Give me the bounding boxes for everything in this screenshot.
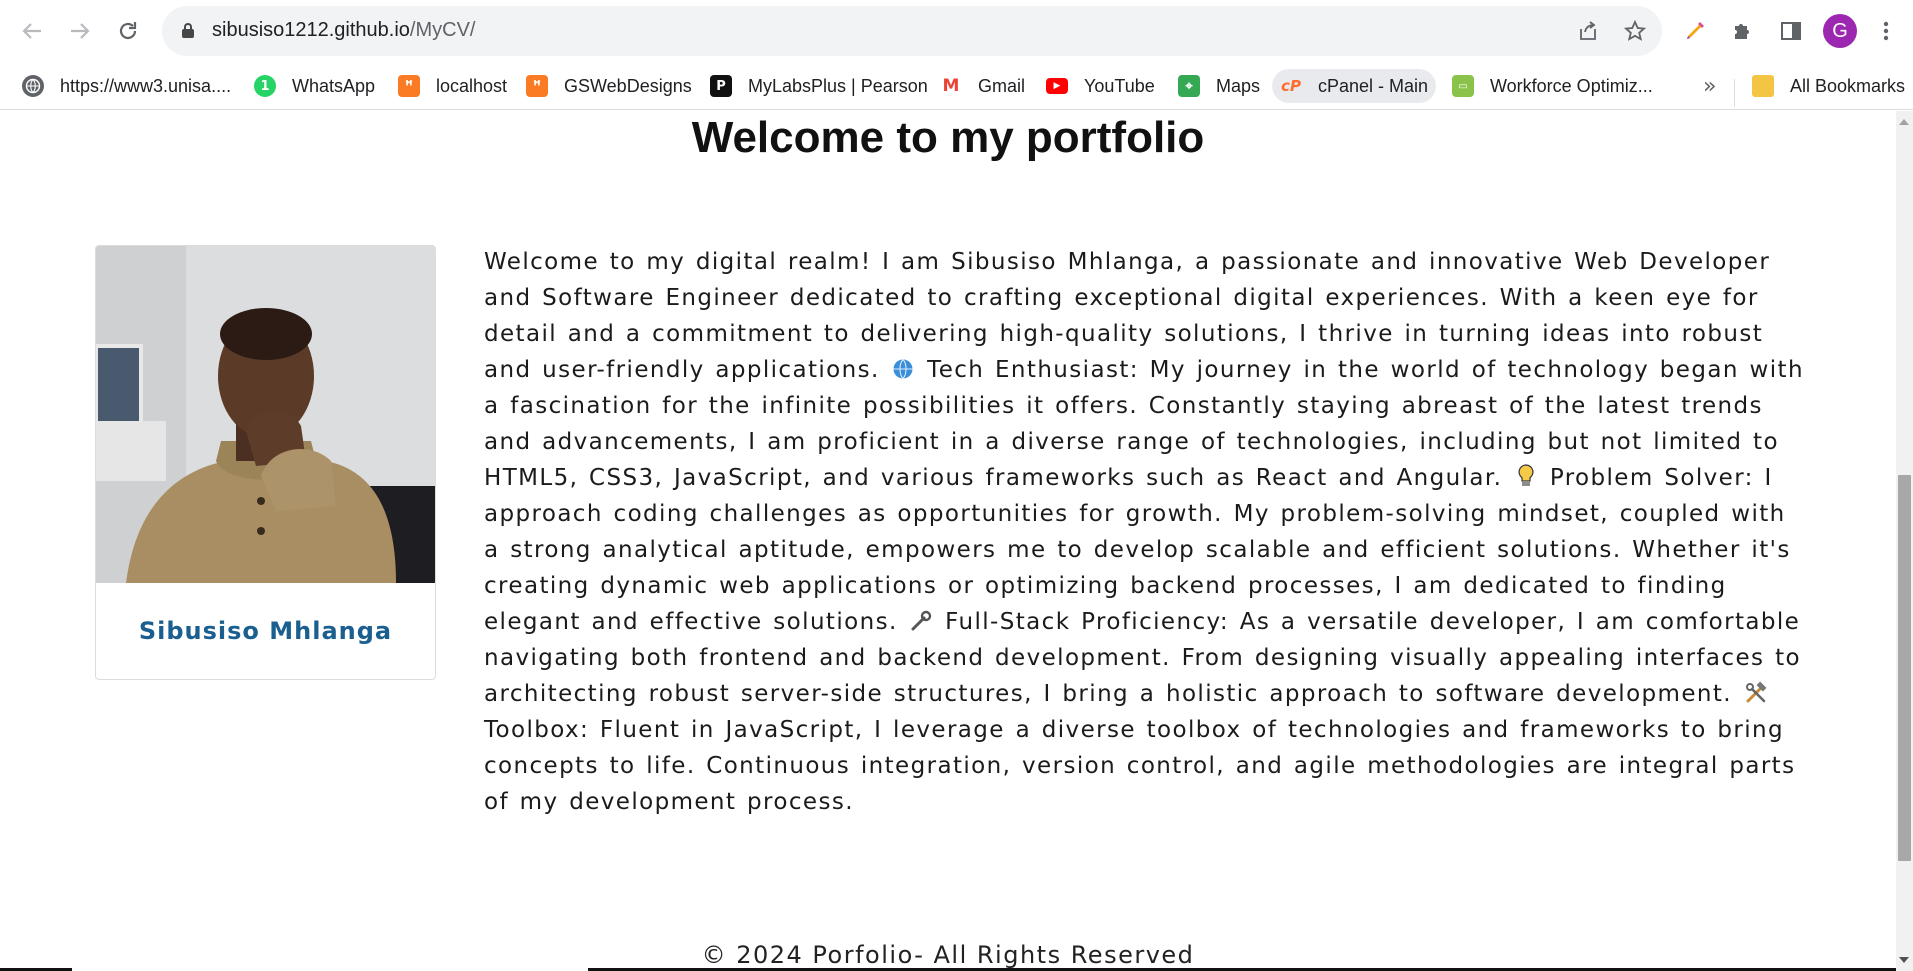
- bookmark-unisa[interactable]: https://www3.unisa....: [14, 69, 239, 103]
- bio-paragraph: Welcome to my digital realm! I am Sibusi…: [484, 244, 1804, 820]
- bookmark-label: Gmail: [978, 75, 1026, 96]
- kebab-menu-icon: [1883, 21, 1889, 41]
- footer-copyright: © 2024 Porfolio- All Rights Reserved: [701, 941, 1195, 969]
- bookmark-star-button[interactable]: [1622, 18, 1648, 44]
- cpanel-icon: cP: [1281, 77, 1301, 95]
- back-button[interactable]: [14, 13, 50, 49]
- bookmark-pearson[interactable]: P MyLabsPlus | Pearson: [702, 69, 936, 103]
- lightbulb-icon: [1513, 460, 1539, 496]
- forward-button[interactable]: [62, 13, 98, 49]
- bookmark-localhost[interactable]: ꟸ localhost: [390, 69, 515, 103]
- all-bookmarks-button[interactable]: All Bookmarks: [1744, 69, 1913, 103]
- share-button[interactable]: [1575, 18, 1601, 44]
- bookmark-cpanel[interactable]: cP cPanel - Main: [1272, 69, 1437, 103]
- bookmark-maps[interactable]: ⌖ Maps: [1170, 69, 1268, 103]
- share-icon: [1580, 21, 1596, 40]
- gmail-icon: M: [940, 75, 962, 97]
- globe-icon: [22, 75, 44, 97]
- profile-name: Sibusiso Mhlanga: [138, 617, 393, 645]
- reload-icon: [119, 22, 137, 40]
- profile-avatar[interactable]: G: [1823, 14, 1857, 48]
- bookmark-label: localhost: [436, 75, 508, 96]
- whatsapp-icon: 1: [254, 75, 276, 97]
- bookmark-label: Maps: [1216, 75, 1261, 96]
- bookmark-gswebdesigns[interactable]: ꟸ GSWebDesigns: [518, 69, 700, 103]
- profile-card: Sibusiso Mhlanga: [95, 245, 436, 680]
- bookmark-label: All Bookmarks: [1790, 75, 1906, 96]
- bookmark-label: MyLabsPlus | Pearson: [748, 75, 928, 96]
- scrollbar-thumb[interactable]: [1898, 475, 1911, 861]
- reload-button[interactable]: [110, 13, 146, 49]
- color-picker-extension[interactable]: [1678, 14, 1712, 48]
- bookmark-workforce[interactable]: ▭ Workforce Optimiz...: [1444, 69, 1661, 103]
- url-path: /MyCV/: [409, 19, 476, 41]
- bookmark-label: Workforce Optimiz...: [1490, 75, 1653, 96]
- xampp-icon: ꟸ: [398, 75, 420, 97]
- lock-icon[interactable]: [182, 23, 194, 38]
- vertical-scrollbar[interactable]: [1896, 111, 1913, 971]
- maps-icon: ⌖: [1178, 75, 1200, 97]
- profile-photo: [96, 246, 435, 583]
- page-title: Welcome to my portfolio: [691, 113, 1205, 162]
- arrow-left-icon: [22, 23, 41, 39]
- star-icon: [1624, 20, 1646, 41]
- pen-icon: [1687, 22, 1704, 39]
- scroll-down-arrow[interactable]: [1899, 957, 1909, 963]
- bookmark-label: YouTube: [1084, 75, 1155, 96]
- folder-icon: [1752, 75, 1774, 97]
- menu-button[interactable]: [1869, 14, 1903, 48]
- bookmarks-divider: [1734, 79, 1735, 107]
- address-bar[interactable]: sibusiso1212.github.io/MyCV/: [162, 6, 1662, 56]
- bookmark-youtube[interactable]: ▶ YouTube: [1038, 69, 1163, 103]
- bookmarks-bar: https://www3.unisa.... 1 WhatsApp ꟸ loca…: [0, 62, 1913, 110]
- bookmark-label: cPanel - Main: [1318, 75, 1429, 96]
- hammer-wrench-icon: [1743, 676, 1769, 712]
- bookmarks-overflow-button[interactable]: »: [1703, 74, 1716, 99]
- url-text[interactable]: sibusiso1212.github.io/MyCV/: [212, 19, 475, 42]
- bookmark-label: https://www3.unisa....: [60, 75, 232, 96]
- page-viewport: Welcome to my portfolio Sibusiso Mhlanga…: [0, 111, 1896, 971]
- globe-icon: [890, 352, 916, 388]
- side-panel-button[interactable]: [1774, 14, 1808, 48]
- browser-toolbar: sibusiso1212.github.io/MyCV/ G: [0, 0, 1913, 62]
- bookmark-whatsapp[interactable]: 1 WhatsApp: [246, 69, 383, 103]
- pearson-icon: P: [710, 75, 732, 97]
- url-host: sibusiso1212.github.io: [212, 19, 410, 41]
- wrench-icon: [908, 604, 934, 640]
- arrow-right-icon: [71, 23, 90, 39]
- bio-toolbox: Toolbox: Fluent in JavaScript, I leverag…: [484, 717, 1796, 815]
- bookmark-label: WhatsApp: [292, 75, 376, 96]
- bookmark-gmail[interactable]: M Gmail: [932, 69, 1033, 103]
- puzzle-icon: [1735, 24, 1749, 39]
- extensions-button[interactable]: [1726, 14, 1760, 48]
- xampp-icon: ꟸ: [526, 75, 548, 97]
- chat-icon: ▭: [1452, 75, 1474, 97]
- scroll-up-arrow[interactable]: [1899, 119, 1909, 125]
- side-panel-icon: [1781, 22, 1801, 40]
- youtube-icon: ▶: [1046, 78, 1068, 94]
- bookmark-label: GSWebDesigns: [564, 75, 692, 96]
